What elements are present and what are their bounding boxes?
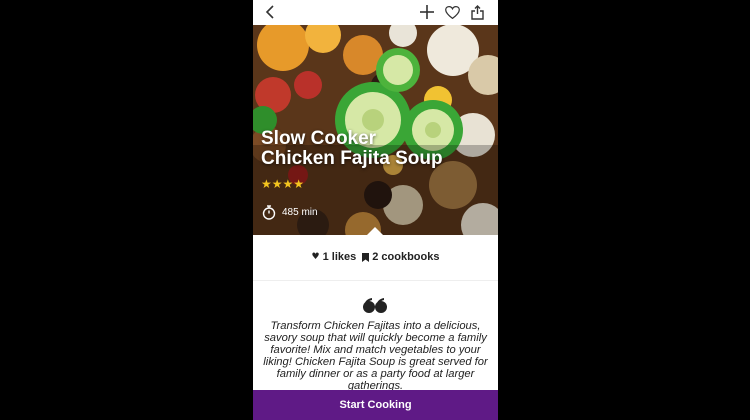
start-cooking-label: Start Cooking bbox=[339, 399, 412, 411]
recipe-title: Slow Cooker Chicken Fajita Soup bbox=[261, 129, 493, 169]
bookmark-icon bbox=[362, 252, 370, 262]
recipe-hero-image: Slow Cooker Chicken Fajita Soup ★★★★ 485… bbox=[253, 25, 498, 235]
recipe-title-line-1: Slow Cooker bbox=[261, 128, 377, 149]
cook-time-label: 485 min bbox=[282, 207, 318, 218]
quote-icon bbox=[363, 298, 387, 313]
section-divider bbox=[253, 280, 498, 281]
heart-outline-icon[interactable] bbox=[443, 3, 461, 21]
cookbooks-label: 2 cookbooks bbox=[372, 251, 440, 263]
start-cooking-button[interactable]: Start Cooking bbox=[253, 390, 498, 420]
likes-label: 1 likes bbox=[322, 251, 357, 263]
heart-icon: ♥ bbox=[311, 252, 320, 262]
stopwatch-icon bbox=[262, 205, 276, 220]
cook-time: 485 min bbox=[262, 205, 318, 220]
recipe-title-line-2: Chicken Fajita Soup bbox=[261, 148, 443, 169]
likes-count[interactable]: ♥ 1 likes bbox=[312, 251, 357, 263]
rating-stars: ★★★★ bbox=[261, 177, 305, 191]
phone-screen: Slow Cooker Chicken Fajita Soup ★★★★ 485… bbox=[253, 0, 498, 420]
top-bar bbox=[253, 0, 498, 25]
cookbooks-count[interactable]: 2 cookbooks bbox=[362, 251, 439, 263]
share-icon[interactable] bbox=[468, 3, 486, 21]
hero-notch bbox=[366, 227, 384, 235]
chevron-left-icon[interactable] bbox=[262, 3, 280, 21]
recipe-stats: ♥ 1 likes 2 cookbooks bbox=[253, 246, 498, 268]
recipe-description: Transform Chicken Fajitas into a delicio… bbox=[263, 320, 488, 390]
plus-icon[interactable] bbox=[418, 3, 436, 21]
